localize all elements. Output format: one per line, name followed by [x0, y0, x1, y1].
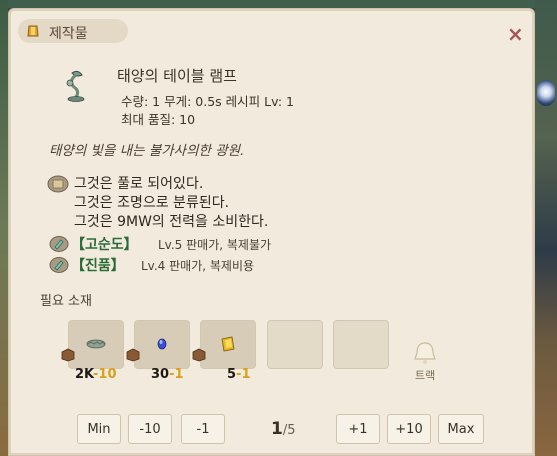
item-max-quality: 최대 품질: 10	[121, 112, 196, 127]
grass-bundle-icon	[86, 339, 106, 349]
storage-box-icon	[192, 348, 206, 362]
item-stats: 수량: 1 무게: 0.5s 레시피 Lv: 1	[121, 94, 294, 109]
plus-1-button[interactable]: +1	[336, 414, 380, 444]
property-badge-icon	[47, 175, 69, 193]
material-have-3: 5	[227, 367, 237, 382]
grade-high-purity-icon	[49, 236, 69, 252]
window-title: 제작물	[49, 26, 88, 42]
game-background-top	[0, 0, 557, 8]
grade-authentic-name: 【진품】	[71, 258, 125, 274]
min-button[interactable]: Min	[77, 414, 121, 444]
property-line-category: 그것은 조명으로 분류된다.	[74, 195, 230, 211]
storage-box-icon	[61, 348, 75, 362]
item-description: 태양의 빛을 내는 불가사의한 광원.	[49, 143, 245, 159]
material-slot-3[interactable]	[200, 320, 256, 369]
blue-gem-icon	[157, 338, 167, 350]
material-qty-2: 30-1	[151, 367, 184, 382]
page-indicator: 1/5	[271, 419, 296, 439]
max-button[interactable]: Max	[438, 414, 484, 444]
material-qty-1: 2K-10	[75, 367, 117, 382]
game-background-right	[535, 0, 557, 456]
minus-10-button[interactable]: -10	[128, 414, 172, 444]
property-line-material: 그것은 풀로 되어있다.	[74, 176, 204, 192]
gold-ingot-icon	[27, 25, 39, 37]
materials-label: 필요 소재	[40, 294, 92, 309]
material-slot-empty	[333, 320, 389, 369]
material-slot-1[interactable]	[68, 320, 124, 369]
plus-10-button[interactable]: +10	[387, 414, 431, 444]
page-total: /5	[282, 423, 296, 438]
gold-ingot-icon	[221, 336, 235, 352]
material-have-2: 30	[151, 367, 170, 382]
material-slot-empty	[267, 320, 323, 369]
minus-1-button[interactable]: -1	[181, 414, 225, 444]
storage-box-icon	[126, 348, 140, 362]
property-line-power: 그것은 9MW의 전력을 소비한다.	[74, 214, 269, 230]
crafting-item-panel: 제작물 × 태양의 테이블 램프 수량: 1 무게: 0.5s 레시피 Lv: …	[8, 8, 535, 456]
material-need-2: -1	[169, 367, 184, 382]
bell-icon[interactable]	[410, 340, 440, 366]
material-have-1: 2K	[75, 367, 93, 382]
material-need-1: -10	[93, 367, 117, 382]
item-name: 태양의 테이블 램프	[117, 67, 237, 85]
material-qty-3: 5-1	[227, 367, 251, 382]
hud-orb-icon[interactable]	[537, 80, 555, 106]
track-label[interactable]: 트랙	[415, 367, 435, 383]
material-slot-2[interactable]	[134, 320, 190, 369]
material-need-3: -1	[236, 367, 251, 382]
table-lamp-icon	[66, 70, 85, 102]
game-background-left	[0, 0, 8, 456]
grade-authentic-icon	[49, 257, 69, 273]
page-current: 1	[271, 419, 283, 439]
grade-authentic-info: Lv.4 판매가, 복제비용	[141, 259, 255, 273]
close-button[interactable]: ×	[507, 24, 524, 44]
grade-high-purity-name: 【고순도】	[71, 237, 138, 253]
grade-high-purity-info: Lv.5 판매가, 복제불가	[158, 238, 272, 252]
